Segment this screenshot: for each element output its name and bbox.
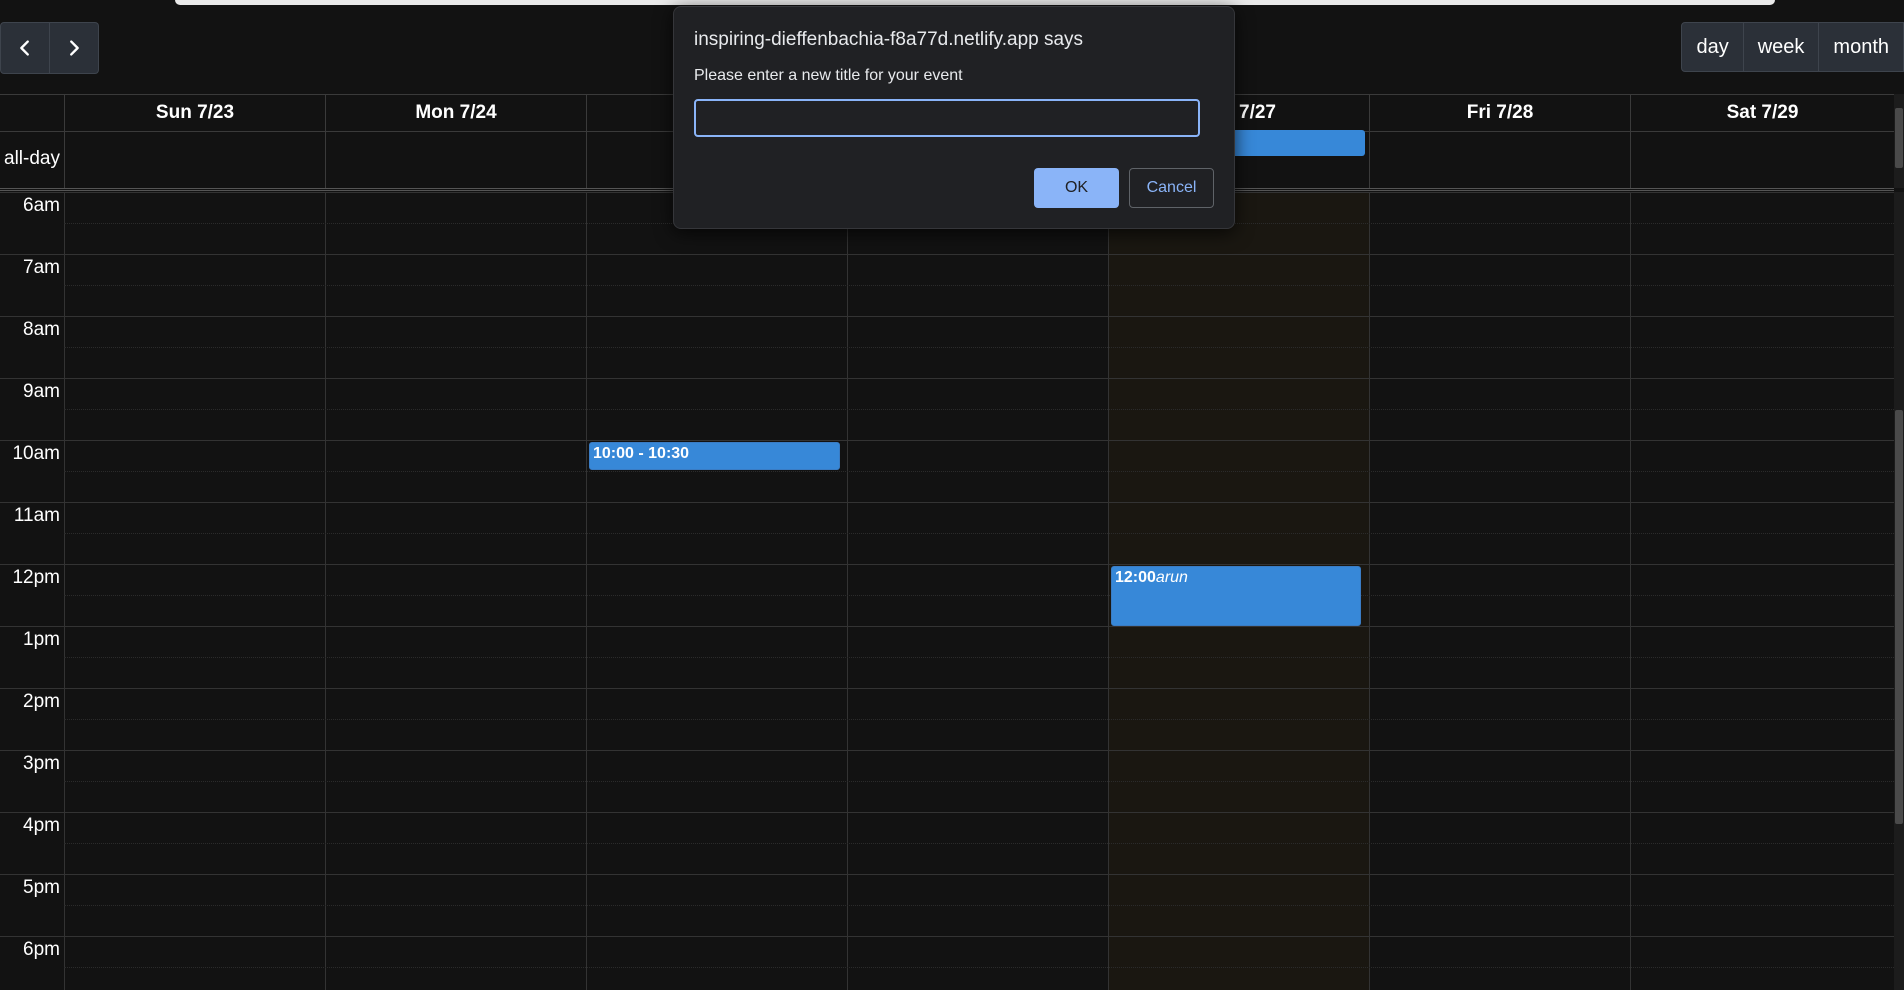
event-time: 10:00 - 10:30 — [593, 445, 690, 462]
allday-event[interactable] — [1232, 130, 1365, 156]
next-button[interactable] — [50, 22, 99, 74]
hour-label: 4pm — [23, 815, 60, 836]
hour-label: 2pm — [23, 691, 60, 712]
hour-label: 3pm — [23, 753, 60, 774]
dialog-origin: inspiring-dieffenbachia-f8a77d.netlify.a… — [694, 29, 1084, 50]
day-header-fri[interactable]: Fri 7/28 — [1369, 95, 1630, 131]
allday-cell[interactable] — [64, 130, 325, 188]
hour-label: 5pm — [23, 877, 60, 898]
allday-cell[interactable] — [325, 130, 586, 188]
day-header-sat[interactable]: Sat 7/29 — [1630, 95, 1894, 131]
hour-row: 4pm — [0, 812, 1894, 874]
cancel-button[interactable]: Cancel — [1129, 168, 1214, 208]
hour-label: 9am — [23, 381, 60, 402]
allday-label: all-day — [4, 148, 60, 169]
hour-label: 8am — [23, 319, 60, 340]
hour-label: 7am — [23, 257, 60, 278]
day-header-sun[interactable]: Sun 7/23 — [64, 95, 325, 131]
event-title-input[interactable] — [694, 99, 1200, 137]
hour-row: 8am — [0, 316, 1894, 378]
hour-row: 12pm — [0, 564, 1894, 626]
event-title: arun — [1155, 569, 1188, 586]
week-view-button[interactable]: week — [1743, 22, 1820, 72]
chevron-right-icon — [70, 40, 79, 56]
hour-label: 12pm — [12, 567, 60, 588]
hour-row: 9am — [0, 378, 1894, 440]
allday-scrollbar[interactable] — [1894, 94, 1904, 188]
hour-label: 10am — [12, 443, 60, 464]
nav-button-group — [0, 22, 99, 74]
allday-cell[interactable] — [1369, 130, 1630, 188]
ok-button[interactable]: OK — [1034, 168, 1119, 208]
event-time: 12:00 — [1115, 569, 1156, 586]
hour-row: 3pm — [0, 750, 1894, 812]
hour-row: 5pm — [0, 874, 1894, 936]
hour-row: 2pm — [0, 688, 1894, 750]
event-block[interactable]: 12:00arun — [1111, 566, 1361, 626]
hour-row: 7am — [0, 254, 1894, 316]
hour-row: 6pm — [0, 936, 1894, 990]
hour-label: 6pm — [23, 939, 60, 960]
prompt-dialog: inspiring-dieffenbachia-f8a77d.netlify.a… — [673, 6, 1235, 229]
hour-label: 1pm — [23, 629, 60, 650]
prev-button[interactable] — [0, 22, 50, 74]
hour-label: 11am — [13, 505, 60, 526]
browser-address-strip — [175, 0, 1775, 5]
hour-row: 1pm — [0, 626, 1894, 688]
day-header-mon[interactable]: Mon 7/24 — [325, 95, 586, 131]
view-button-group: day week month — [1681, 22, 1904, 72]
hour-row: 10am — [0, 440, 1894, 502]
chevron-left-icon — [20, 40, 29, 56]
hour-label: 6am — [23, 195, 60, 216]
dialog-message: Please enter a new title for your event — [694, 67, 963, 84]
allday-cell[interactable] — [1630, 130, 1894, 188]
time-grid-scrollbar[interactable] — [1894, 192, 1904, 990]
month-view-button[interactable]: month — [1819, 22, 1904, 72]
day-view-button[interactable]: day — [1681, 22, 1744, 72]
hour-row: 11am — [0, 502, 1894, 564]
event-block[interactable]: 10:00 - 10:30 — [589, 442, 840, 470]
time-grid: 6am 7am 8am 9am 10am 11am 12pm 1pm 2pm 3… — [0, 192, 1894, 990]
